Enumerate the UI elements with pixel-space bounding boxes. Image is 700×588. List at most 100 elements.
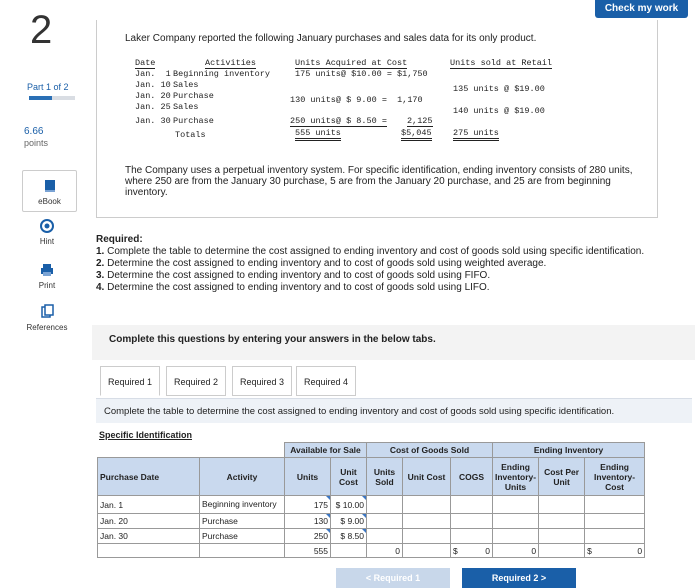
pt-date: Jan. 1 xyxy=(135,69,171,79)
tab-required-4[interactable]: Required 4 xyxy=(296,366,356,396)
check-my-work-button[interactable]: Check my work xyxy=(595,0,688,18)
print-button[interactable]: Print xyxy=(22,262,72,290)
pt-activity: Sales xyxy=(173,80,199,90)
pt-totals-cost: $5,045 xyxy=(401,128,432,141)
pt-date: Jan. 25 xyxy=(135,102,171,112)
row-activity: Beginning inventory xyxy=(199,495,285,514)
required-item: 2. Determine the cost assigned to ending… xyxy=(96,258,547,269)
ebook-label: eBook xyxy=(38,197,61,206)
sold-unit-cost-input[interactable] xyxy=(402,513,451,529)
problem-intro: Laker Company reported the following Jan… xyxy=(125,33,537,44)
row-units: 175 xyxy=(284,495,331,514)
tab-instruction-bar: Complete the table to determine the cost… xyxy=(96,398,692,423)
required-item: 1. Complete the table to determine the c… xyxy=(96,246,645,257)
row-units: 130 xyxy=(284,513,331,529)
pt-totals-sold: 275 units xyxy=(453,128,499,141)
part-indicator: Part 1 of 2 xyxy=(27,82,69,92)
row-activity: Purchase xyxy=(199,528,285,544)
cogs-cell xyxy=(450,513,493,529)
left-rail: 2 Part 1 of 2 6.66 points eBook Hint Pri… xyxy=(0,0,90,588)
part-progress-bar xyxy=(29,96,75,100)
next-required-button[interactable]: Required 2 > xyxy=(462,568,576,588)
col-activity: Activity xyxy=(199,457,285,496)
ending-cost-cell xyxy=(584,513,646,529)
pt-sold: 140 units @ $19.00 xyxy=(453,106,545,116)
row-date: Jan. 1 xyxy=(97,495,200,514)
pt-acquired-units: 250 units@ $ 8.50 = xyxy=(290,116,387,127)
problem-box: Laker Company reported the following Jan… xyxy=(96,20,658,218)
pt-date: Jan. 10 xyxy=(135,80,171,90)
tab-required-3[interactable]: Required 3 xyxy=(232,366,292,396)
ending-units-input[interactable] xyxy=(491,528,540,544)
prev-required-button[interactable]: < Required 1 xyxy=(336,568,450,588)
col-cogs: COGS xyxy=(450,457,493,496)
cogs-cell xyxy=(450,528,493,544)
cost-per-unit-input[interactable] xyxy=(538,528,586,544)
hint-button[interactable]: Hint xyxy=(22,218,72,246)
col-units: Units xyxy=(284,457,331,496)
ending-units-input[interactable] xyxy=(491,513,540,529)
hint-icon xyxy=(40,219,54,233)
pt-sold: 135 units @ $19.00 xyxy=(453,84,545,94)
row-activity: Purchase xyxy=(199,513,285,529)
group-header-cogs: Cost of Goods Sold xyxy=(366,442,493,458)
units-sold-input[interactable] xyxy=(366,513,403,529)
points-label: points xyxy=(24,138,49,148)
col-purchase-date: Purchase Date xyxy=(97,457,200,496)
col-cost-per-unit: Cost Per Unit xyxy=(538,457,586,496)
table-row: Jan. 20 Purchase 130 $ 9.00 xyxy=(97,513,646,529)
pt-date: Jan. 20 xyxy=(135,91,171,101)
cost-per-unit-input[interactable] xyxy=(538,513,586,529)
required-section: Required: 1. Complete the table to deter… xyxy=(96,234,692,294)
tab-required-1[interactable]: Required 1 xyxy=(100,366,160,396)
pt-activity: Purchase xyxy=(173,116,214,126)
pt-activity: Purchase xyxy=(173,91,214,101)
row-unit-cost: $ 8.50 xyxy=(330,528,367,544)
total-units-sold: 0 xyxy=(366,543,403,558)
pt-header-sold: Units sold at Retail xyxy=(450,58,553,69)
table-row: Jan. 1 Beginning inventory 175 $ 10.00 xyxy=(97,495,646,514)
pt-header-acquired: Units Acquired at Cost xyxy=(295,58,408,69)
pt-header-date: Date xyxy=(135,58,156,69)
hint-label: Hint xyxy=(39,237,55,246)
table-row: Jan. 30 Purchase 250 $ 8.50 xyxy=(97,528,646,544)
specific-identification-table: Available for Sale Cost of Goods Sold En… xyxy=(97,442,646,558)
pt-totals-units: 555 units xyxy=(295,128,341,141)
required-title: Required: xyxy=(96,234,143,245)
references-icon xyxy=(41,304,54,318)
cost-per-unit-input[interactable] xyxy=(538,495,586,514)
row-unit-cost: $ 9.00 xyxy=(330,513,367,529)
part-progress-fill xyxy=(29,96,52,100)
references-button[interactable]: References xyxy=(22,304,72,332)
total-ending-units: 0 xyxy=(491,543,540,558)
print-icon xyxy=(41,264,53,276)
points-value: 6.66 xyxy=(24,126,44,137)
question-number: 2 xyxy=(30,8,53,52)
sold-unit-cost-input[interactable] xyxy=(402,495,451,514)
grid-title: Specific Identification xyxy=(99,430,193,440)
col-sold-unit-cost: Unit Cost xyxy=(402,457,451,496)
col-units-sold: Units Sold xyxy=(366,457,403,496)
tab-required-2[interactable]: Required 2 xyxy=(166,366,226,396)
col-unit-cost: Unit Cost xyxy=(330,457,367,496)
purchase-table: Date Activities Units Acquired at Cost U… xyxy=(135,58,565,144)
col-ending-cost: Ending Inventory- Cost xyxy=(584,457,646,496)
sold-unit-cost-input[interactable] xyxy=(402,528,451,544)
units-sold-input[interactable] xyxy=(366,495,403,514)
pt-activity: Sales xyxy=(173,102,199,112)
print-label: Print xyxy=(38,281,56,290)
row-units: 250 xyxy=(284,528,331,544)
band-text: Complete this questions by entering your… xyxy=(109,334,436,345)
units-sold-input[interactable] xyxy=(366,528,403,544)
ending-cost-cell xyxy=(584,495,646,514)
perpetual-text: The Company uses a perpetual inventory s… xyxy=(125,165,633,198)
required-item: 3. Determine the cost assigned to ending… xyxy=(96,270,491,281)
ebook-button[interactable]: eBook xyxy=(22,170,77,212)
ending-units-input[interactable] xyxy=(491,495,540,514)
row-unit-cost: $ 10.00 xyxy=(330,495,367,514)
pt-activity: Beginning inventory xyxy=(173,69,270,79)
ending-cost-cell xyxy=(584,528,646,544)
group-header-available: Available for Sale xyxy=(284,442,367,458)
totals-row: 555 0 $0 0 $0 xyxy=(97,543,646,558)
instruction-band: Complete this questions by entering your… xyxy=(92,325,695,360)
